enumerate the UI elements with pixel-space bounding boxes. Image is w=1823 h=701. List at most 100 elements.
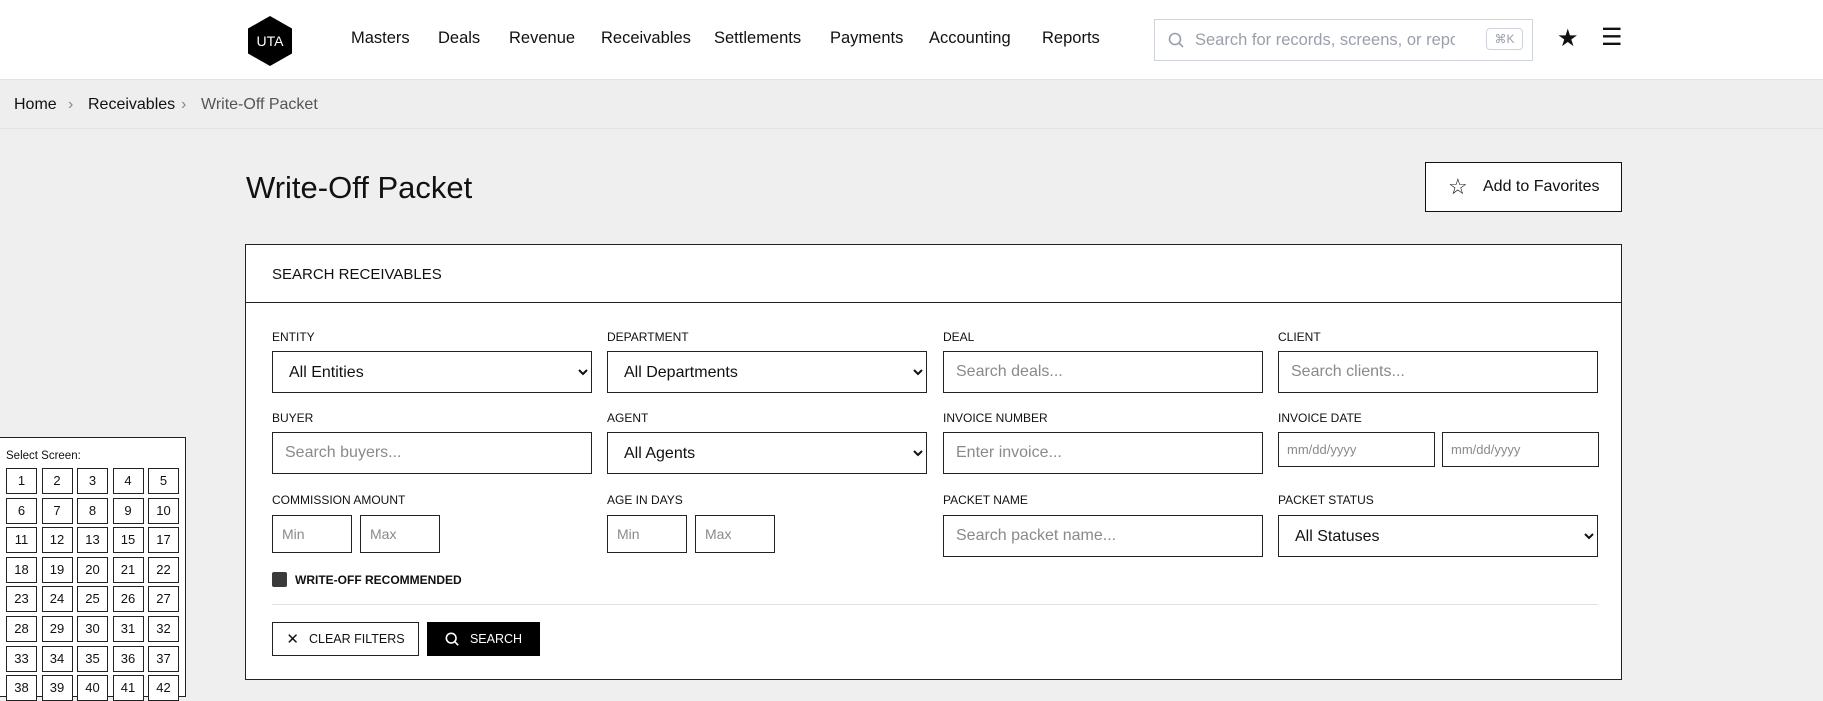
- deal-input[interactable]: [943, 351, 1263, 393]
- breadcrumb-separator: ›: [181, 96, 187, 113]
- screen-button[interactable]: 36: [112, 645, 144, 672]
- breadcrumb-receivables[interactable]: Receivables: [88, 96, 175, 114]
- card-title: SEARCH RECEIVABLES: [272, 266, 442, 283]
- screen-button[interactable]: 11: [6, 527, 37, 554]
- screen-button[interactable]: 29: [41, 616, 73, 642]
- screen-button[interactable]: 6: [6, 497, 37, 524]
- screen-button[interactable]: 22: [148, 556, 179, 583]
- screen-button[interactable]: 5: [148, 468, 179, 494]
- screen-button[interactable]: 17: [148, 527, 179, 554]
- screen-button[interactable]: 1: [6, 468, 37, 494]
- screen-button[interactable]: 38: [6, 675, 37, 701]
- invoice-date-to[interactable]: [1442, 432, 1599, 467]
- star-outline-icon: ☆: [1448, 174, 1468, 199]
- screen-button[interactable]: 12: [41, 527, 73, 554]
- screen-button[interactable]: 13: [77, 527, 108, 554]
- breadcrumb-home[interactable]: Home: [14, 96, 57, 114]
- global-search-input[interactable]: [1195, 28, 1455, 52]
- screen-button[interactable]: 20: [77, 556, 108, 583]
- agent-label: AGENT: [607, 411, 649, 425]
- buyer-label: BUYER: [272, 411, 314, 425]
- close-icon: ✕: [286, 631, 299, 648]
- favorites-star-icon[interactable]: ★: [1557, 24, 1579, 53]
- nav-receivables[interactable]: Receivables: [601, 29, 691, 48]
- screen-button[interactable]: 7: [41, 497, 73, 524]
- screen-button[interactable]: 28: [6, 616, 37, 642]
- commission-min-input[interactable]: [272, 515, 352, 553]
- entity-label: ENTITY: [272, 330, 315, 344]
- packet-status-label: PACKET STATUS: [1278, 493, 1374, 507]
- screen-button[interactable]: 33: [6, 645, 37, 672]
- screen-button[interactable]: 40: [77, 675, 108, 701]
- screen-button[interactable]: 39: [41, 675, 73, 701]
- screen-button[interactable]: 25: [77, 586, 108, 613]
- screen-button[interactable]: 31: [112, 616, 144, 642]
- clear-filters-button[interactable]: ✕ CLEAR FILTERS: [272, 622, 419, 656]
- packet-name-input[interactable]: [943, 515, 1263, 557]
- write-off-recommended-label: WRITE-OFF RECOMMENDED: [295, 573, 462, 587]
- packet-name-label: PACKET NAME: [943, 493, 1028, 507]
- clear-filters-label: CLEAR FILTERS: [308, 632, 405, 646]
- nav-reports[interactable]: Reports: [1042, 29, 1100, 48]
- screen-button[interactable]: 26: [112, 586, 144, 613]
- write-off-recommended-checkbox[interactable]: [272, 572, 287, 587]
- agent-select[interactable]: All Agents: [607, 432, 927, 474]
- screen-button[interactable]: 30: [77, 616, 108, 642]
- search-label: SEARCH: [469, 632, 523, 646]
- uta-logo[interactable]: UTA: [244, 15, 296, 67]
- invoice-number-label: INVOICE NUMBER: [943, 411, 1048, 425]
- screen-button[interactable]: 23: [6, 586, 37, 613]
- breadcrumb: Home › Receivables › Write-Off Packet: [0, 81, 1823, 129]
- screen-button[interactable]: 3: [77, 468, 108, 494]
- screen-button[interactable]: 24: [41, 586, 73, 613]
- screen-button[interactable]: 42: [148, 675, 179, 701]
- breadcrumb-current: Write-Off Packet: [201, 96, 318, 113]
- hamburger-menu-icon[interactable]: ☰: [1601, 23, 1623, 52]
- invoice-date-from[interactable]: [1278, 432, 1435, 467]
- top-header: UTA Masters Deals Revenue Receivables Se…: [0, 0, 1823, 80]
- search-icon: [1168, 32, 1184, 48]
- screen-button[interactable]: 32: [148, 616, 179, 642]
- department-select[interactable]: All Departments: [607, 351, 927, 393]
- deal-label: DEAL: [943, 330, 975, 344]
- select-screen-label: Select Screen:: [6, 450, 81, 462]
- nav-deals[interactable]: Deals: [438, 29, 480, 48]
- commission-max-input[interactable]: [360, 515, 440, 553]
- age-label: AGE IN DAYS: [607, 493, 683, 507]
- department-label: DEPARTMENT: [607, 330, 689, 344]
- screen-button[interactable]: 15: [112, 527, 144, 554]
- age-max-input[interactable]: [695, 515, 775, 553]
- screen-button[interactable]: 10: [148, 497, 179, 524]
- search-receivables-card: SEARCH RECEIVABLES ENTITY All Entities D…: [245, 244, 1622, 680]
- screen-button[interactable]: 9: [112, 497, 144, 524]
- packet-status-select[interactable]: All Statuses: [1278, 515, 1598, 557]
- nav-accounting[interactable]: Accounting: [929, 29, 1011, 48]
- commission-label: COMMISSION AMOUNT: [272, 493, 406, 507]
- nav-revenue[interactable]: Revenue: [509, 29, 575, 48]
- nav-payments[interactable]: Payments: [830, 29, 903, 48]
- age-min-input[interactable]: [607, 515, 687, 553]
- divider: [272, 604, 1598, 605]
- client-input[interactable]: [1278, 351, 1598, 393]
- screen-button[interactable]: 35: [77, 645, 108, 672]
- search-icon: [445, 632, 459, 646]
- screen-button[interactable]: 27: [148, 586, 179, 613]
- screen-button[interactable]: 8: [77, 497, 108, 524]
- add-to-favorites-button[interactable]: ☆ Add to Favorites: [1425, 162, 1622, 212]
- screen-button[interactable]: 4: [112, 468, 144, 494]
- screen-button[interactable]: 19: [41, 556, 73, 583]
- entity-select[interactable]: All Entities: [272, 351, 592, 393]
- page-title: Write-Off Packet: [246, 170, 473, 205]
- screen-button[interactable]: 21: [112, 556, 144, 583]
- global-search[interactable]: ⌘K: [1154, 19, 1533, 61]
- screen-button[interactable]: 37: [148, 645, 179, 672]
- nav-masters[interactable]: Masters: [351, 29, 410, 48]
- buyer-input[interactable]: [272, 432, 592, 474]
- nav-settlements[interactable]: Settlements: [714, 29, 801, 48]
- invoice-number-input[interactable]: [943, 432, 1263, 474]
- screen-button[interactable]: 2: [41, 468, 73, 494]
- search-button[interactable]: SEARCH: [427, 622, 540, 656]
- screen-button[interactable]: 34: [41, 645, 73, 672]
- screen-button[interactable]: 18: [6, 556, 37, 583]
- screen-button[interactable]: 41: [112, 675, 144, 701]
